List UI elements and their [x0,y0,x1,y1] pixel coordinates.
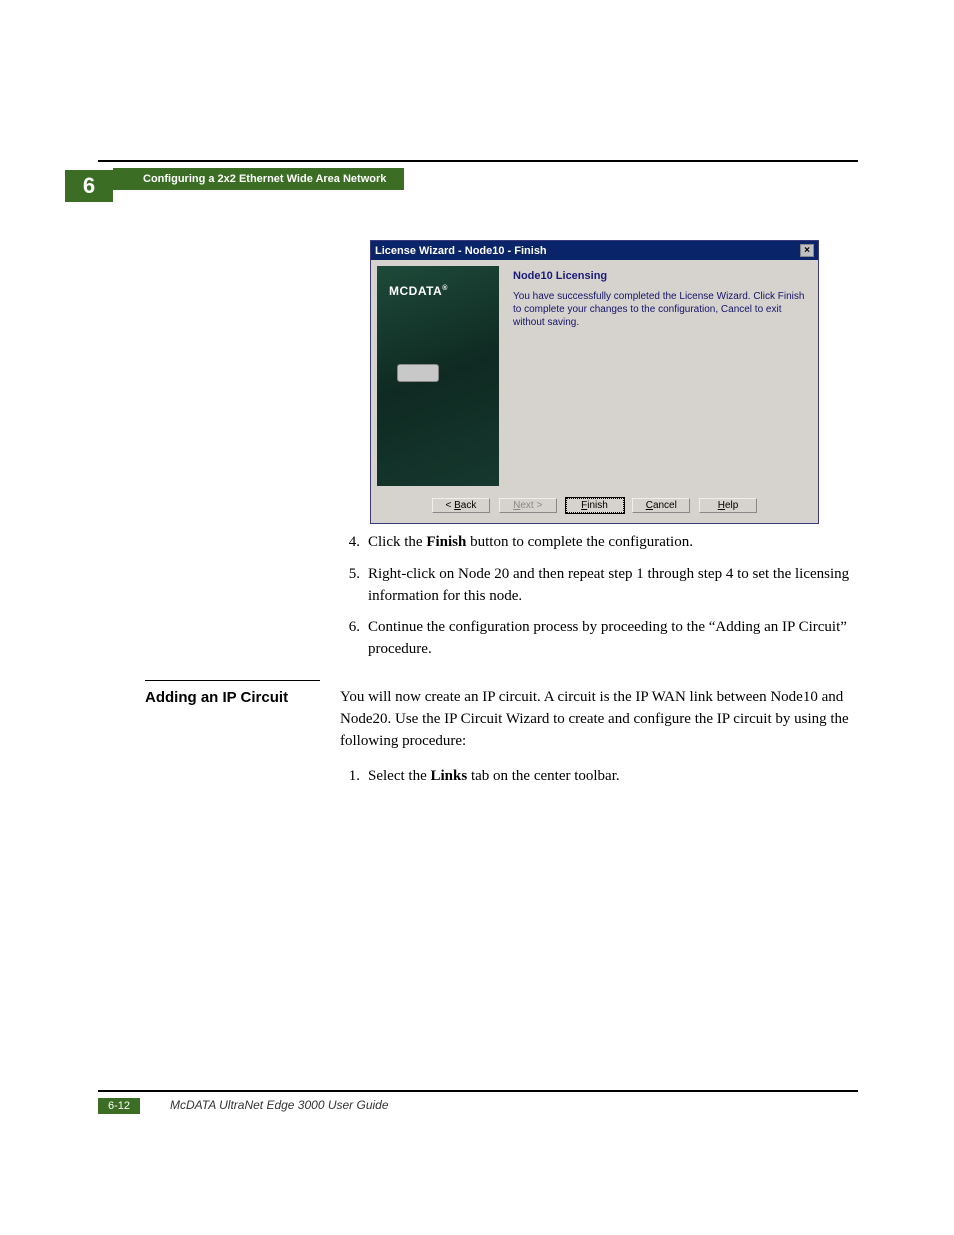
wizard-body: MCDATA® Node10 Licensing You have succes… [371,260,818,492]
finish-suffix: inish [587,500,608,511]
section-rule [145,680,320,681]
main-content-column: License Wizard - Node10 - Finish × MCDAT… [340,240,850,671]
step-body: Select the Links tab on the center toolb… [368,766,850,788]
step-item: 4.Click the Finish button to complete th… [340,532,850,554]
step-number: 4. [340,532,368,554]
wizard-heading: Node10 Licensing [513,270,810,282]
next-button: Next > [499,498,557,513]
help-suffix: elp [725,500,738,511]
wizard-main-panel: Node10 Licensing You have successfully c… [505,260,818,492]
step-item: 5.Right-click on Node 20 and then repeat… [340,564,850,608]
wizard-body-text: You have successfully completed the Lice… [513,290,810,329]
logo-text: MCDATA [389,284,442,298]
cancel-button[interactable]: Cancel [632,498,690,513]
chapter-number-tab: 6 [65,170,113,202]
device-icon [397,364,439,382]
step-number: 1. [340,766,368,788]
mcdata-logo: MCDATA® [389,284,448,298]
wizard-button-row: < Back Next > Finish Cancel Help [371,492,818,523]
help-button[interactable]: Help [699,498,757,513]
back-prefix: < [446,500,455,511]
section-adding-ip-circuit: Adding an IP Circuit You will now create… [145,680,850,798]
registered-icon: ® [442,285,448,292]
step-body: Click the Finish button to complete the … [368,532,850,554]
back-suffix: ack [461,500,477,511]
step-number: 5. [340,564,368,608]
footer-doc-title: McDATA UltraNet Edge 3000 User Guide [170,1098,389,1112]
page-number-tab: 6-12 [98,1098,140,1114]
wizard-title-text: License Wizard - Node10 - Finish [375,245,547,257]
section-title: Adding an IP Circuit [145,687,340,798]
back-ul: B [454,500,461,511]
chapter-breadcrumb: Configuring a 2x2 Ethernet Wide Area Net… [113,168,404,190]
cancel-suffix: ancel [653,500,677,511]
help-ul: H [718,500,725,511]
section-intro: You will now create an IP circuit. A cir… [340,687,850,752]
back-button[interactable]: < Back [432,498,490,513]
close-icon[interactable]: × [800,244,814,257]
step-item: 6.Continue the configuration process by … [340,617,850,661]
next-suffix: ext > [520,500,542,511]
top-horizontal-rule [98,160,858,162]
finish-button[interactable]: Finish [566,498,624,513]
step-item: 1.Select the Links tab on the center too… [340,766,850,788]
step-body: Right-click on Node 20 and then repeat s… [368,564,850,608]
wizard-titlebar: License Wizard - Node10 - Finish × [371,241,818,260]
step-list-upper: 4.Click the Finish button to complete th… [340,532,850,661]
step-number: 6. [340,617,368,661]
step-body: Continue the configuration process by pr… [368,617,850,661]
wizard-side-graphic: MCDATA® [377,266,499,486]
page-footer: 6-12 McDATA UltraNet Edge 3000 User Guid… [98,1090,858,1092]
license-wizard-dialog: License Wizard - Node10 - Finish × MCDAT… [370,240,819,524]
section-step-list: 1.Select the Links tab on the center too… [340,766,850,788]
cancel-ul: C [646,500,653,511]
